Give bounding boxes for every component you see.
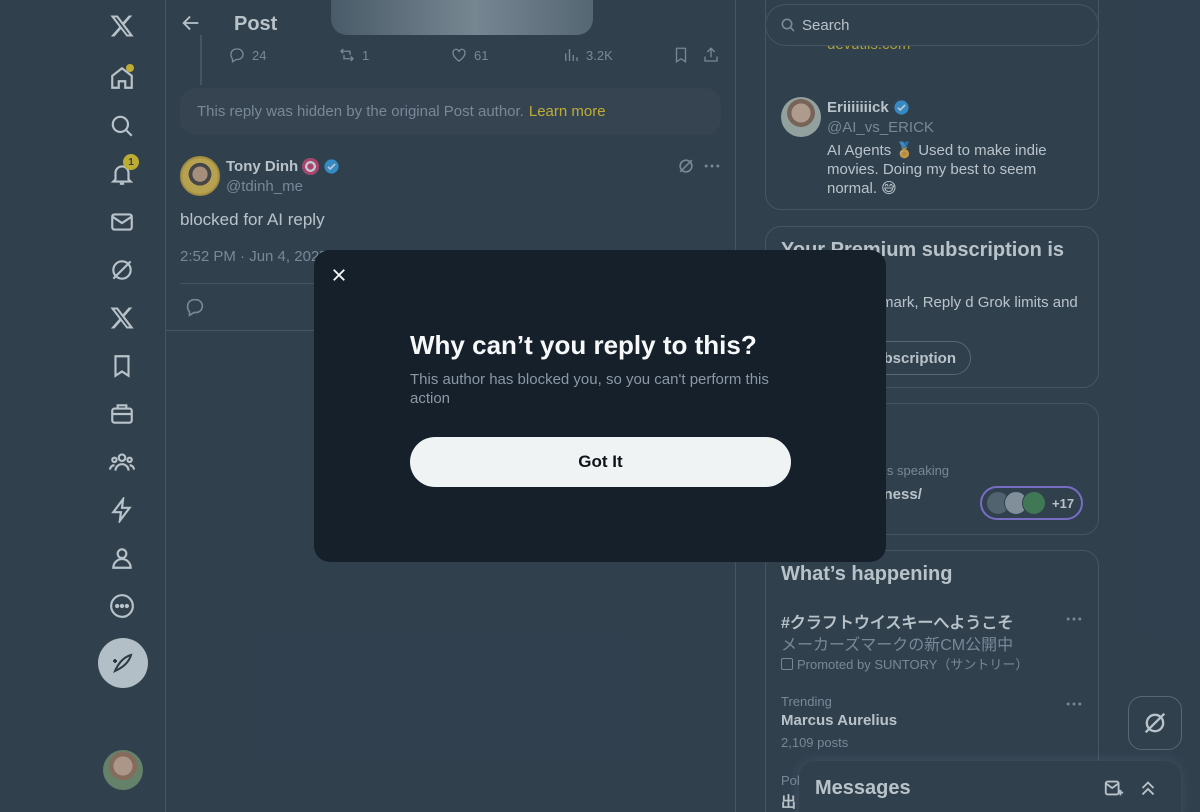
- close-icon: [333, 269, 345, 281]
- dialog-title: Why can’t you reply to this?: [410, 330, 757, 360]
- dialog-message: This author has blocked you, so you can'…: [410, 371, 769, 407]
- app-root: 1 Post 24 1 61 3.2K This reply was hidde…: [0, 0, 1200, 812]
- got-it-button[interactable]: Got It: [410, 437, 791, 487]
- blocked-reply-dialog: Why can’t you reply to this? This author…: [314, 250, 886, 562]
- close-button[interactable]: [326, 262, 352, 288]
